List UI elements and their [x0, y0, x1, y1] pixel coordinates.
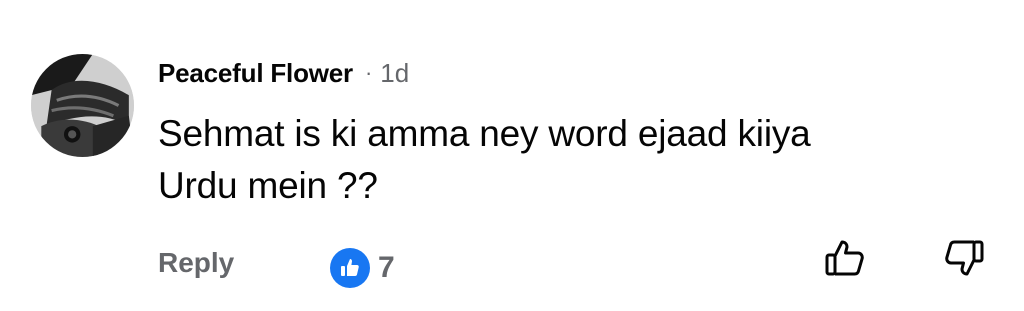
thumbs-down-outline-icon[interactable]: [942, 236, 986, 280]
comment-text: Sehmat is ki amma ney word ejaad kiiya U…: [158, 108, 958, 212]
like-count: 7: [378, 251, 395, 284]
comment-header: Peaceful Flower · 1d: [158, 56, 409, 90]
thumbs-up-badge-icon: [330, 248, 370, 288]
author-name[interactable]: Peaceful Flower: [158, 58, 353, 89]
comment-timestamp[interactable]: 1d: [380, 58, 409, 89]
reply-button[interactable]: Reply: [158, 247, 234, 279]
avatar-image: [31, 54, 134, 157]
thumbs-up-outline-icon[interactable]: [823, 236, 867, 280]
like-summary[interactable]: 7: [330, 248, 395, 288]
comment-text-line: Sehmat is ki amma ney word ejaad kiiya: [158, 113, 811, 154]
avatar[interactable]: [31, 54, 134, 157]
separator-dot: ·: [364, 60, 373, 85]
comment-text-line: Urdu mein ??: [158, 165, 378, 206]
